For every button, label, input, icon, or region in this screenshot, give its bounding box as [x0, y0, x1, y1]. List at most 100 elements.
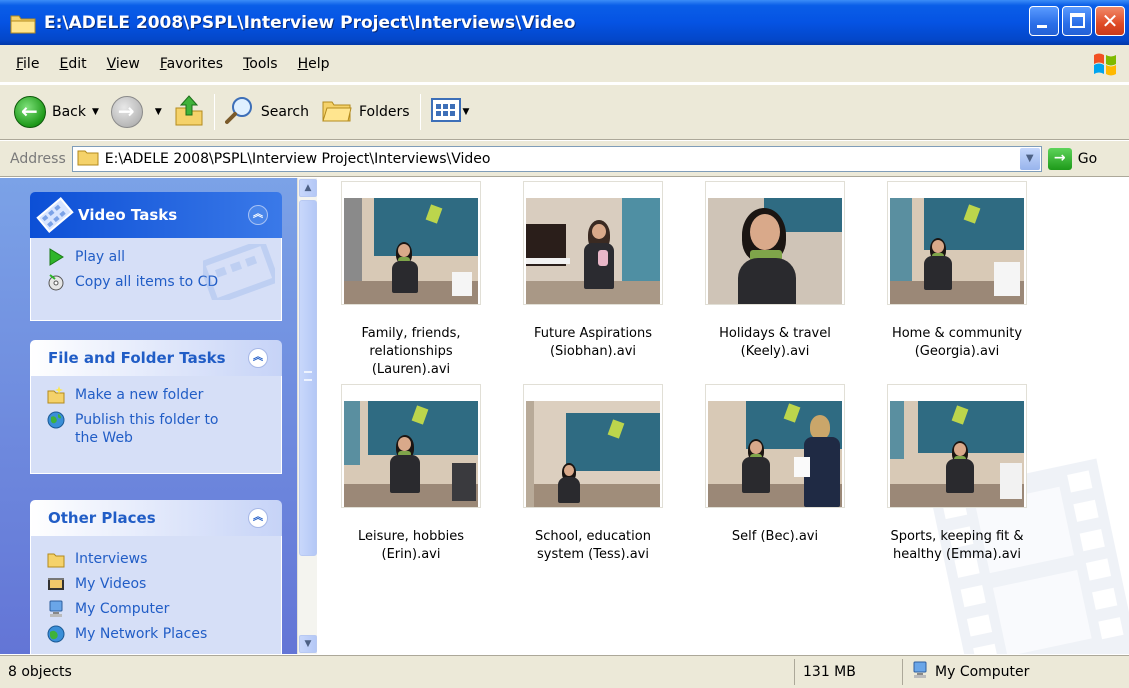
go-button[interactable]: → Go — [1047, 147, 1097, 170]
place-my-videos[interactable]: My Videos — [47, 575, 269, 593]
place-interviews[interactable]: Interviews — [47, 550, 269, 568]
views-dropdown-icon[interactable]: ▼ — [463, 107, 470, 117]
file-folder-tasks-body: Make a new folder Publish this folder to… — [30, 376, 282, 474]
publish-to-web-link[interactable]: Publish this folder to the Web — [47, 411, 269, 447]
video-tasks-header[interactable]: Video Tasks ︽ — [30, 192, 282, 238]
close-button[interactable]: ✕ — [1095, 6, 1125, 36]
search-label: Search — [260, 104, 309, 120]
views-icon — [430, 97, 461, 127]
toolbar: ← Back ▼ → ▼ Search Folders ▼ — [0, 84, 1129, 140]
address-value: E:\ADELE 2008\PSPL\Interview Project\Int… — [104, 150, 491, 167]
file-name: Holidays & travel (Keely).avi — [719, 326, 831, 359]
close-icon: ✕ — [1101, 9, 1119, 33]
menu-help[interactable]: Help — [288, 56, 340, 72]
other-places-title: Other Places — [48, 509, 156, 527]
maximize-icon — [1070, 13, 1085, 28]
status-bar: 8 objects 131 MB My Computer — [0, 655, 1129, 688]
file-name: Leisure, hobbies (Erin).avi — [357, 529, 465, 562]
file-name: Future Aspirations (Siobhan).avi — [533, 326, 653, 359]
file-name: Home & community (Georgia).avi — [891, 326, 1023, 359]
task-pane-scrollbar[interactable]: ▲ ▼ — [297, 178, 317, 654]
toolbar-separator — [213, 94, 215, 130]
file-item[interactable]: Future Aspirations (Siobhan).avi — [508, 181, 678, 361]
toolbar-separator — [419, 94, 421, 130]
up-folder-icon — [174, 94, 204, 130]
file-name: Sports, keeping fit & healthy (Emma).avi — [890, 529, 1024, 562]
video-thumbnail — [523, 384, 663, 508]
up-button[interactable] — [168, 92, 210, 132]
window-title: E:\ADELE 2008\PSPL\Interview Project\Int… — [44, 12, 576, 33]
status-location-label: My Computer — [935, 664, 1030, 680]
minimize-icon — [1037, 25, 1047, 28]
back-button[interactable]: ← Back ▼ — [8, 92, 105, 132]
scroll-down-icon[interactable]: ▼ — [299, 635, 317, 653]
my-videos-icon — [47, 575, 65, 593]
scroll-thumb[interactable] — [299, 200, 317, 556]
windows-logo-icon — [1091, 50, 1119, 78]
address-label: Address — [10, 150, 66, 167]
computer-icon — [47, 600, 65, 618]
folders-label: Folders — [358, 104, 410, 120]
folders-icon — [321, 96, 353, 128]
video-tasks-panel: Video Tasks ︽ Play all Copy all items to… — [30, 192, 282, 321]
collapse-chevron-icon[interactable]: ︽ — [248, 205, 268, 225]
other-places-panel: Other Places ︽ Interviews My Videos My C… — [30, 500, 282, 654]
go-arrow-icon: → — [1047, 147, 1072, 170]
back-dropdown-icon[interactable]: ▼ — [92, 107, 99, 117]
menu-view[interactable]: View — [97, 56, 150, 72]
forward-dropdown-icon[interactable]: ▼ — [155, 107, 162, 117]
status-object-count: 8 objects — [0, 659, 795, 685]
file-item[interactable]: Leisure, hobbies (Erin).avi — [326, 384, 496, 564]
globe-icon — [47, 411, 65, 429]
file-item[interactable]: Home & community (Georgia).avi — [872, 181, 1042, 361]
file-folder-tasks-panel: File and Folder Tasks ︽ Make a new folde… — [30, 340, 282, 474]
views-button[interactable]: ▼ — [425, 92, 476, 132]
file-item[interactable]: Family, friends, relationships (Lauren).… — [326, 181, 496, 379]
folder-icon — [77, 148, 99, 170]
menu-edit[interactable]: Edit — [49, 56, 96, 72]
back-label: Back — [52, 104, 86, 120]
title-bar[interactable]: E:\ADELE 2008\PSPL\Interview Project\Int… — [0, 0, 1129, 45]
forward-arrow-icon: → — [110, 96, 143, 128]
file-item[interactable]: School, education system (Tess).avi — [508, 384, 678, 564]
file-item[interactable]: Self (Bec).avi — [690, 384, 860, 546]
menu-favorites[interactable]: Favorites — [150, 56, 233, 72]
file-folder-tasks-title: File and Folder Tasks — [48, 349, 226, 367]
collapse-chevron-icon[interactable]: ︽ — [248, 508, 268, 528]
file-item[interactable]: Sports, keeping fit & healthy (Emma).avi — [872, 384, 1042, 564]
forward-button[interactable]: → ▼ — [105, 92, 168, 132]
status-location: My Computer — [903, 659, 1103, 685]
file-folder-tasks-header[interactable]: File and Folder Tasks ︽ — [30, 340, 282, 376]
file-name: Self (Bec).avi — [731, 529, 819, 544]
play-icon — [47, 248, 65, 266]
place-my-network-places[interactable]: My Network Places — [47, 625, 269, 643]
video-thumbnail — [705, 384, 845, 508]
address-dropdown-icon[interactable]: ▼ — [1019, 147, 1040, 170]
video-thumbnail — [887, 384, 1027, 508]
file-name: School, education system (Tess).avi — [535, 529, 651, 562]
menu-file[interactable]: File — [6, 56, 49, 72]
minimize-button[interactable] — [1029, 6, 1059, 36]
collapse-chevron-icon[interactable]: ︽ — [248, 348, 268, 368]
maximize-button[interactable] — [1062, 6, 1092, 36]
video-thumbnail — [887, 181, 1027, 305]
folder-icon — [10, 12, 36, 34]
video-tasks-body: Play all Copy all items to CD — [30, 238, 282, 321]
network-places-icon — [47, 625, 65, 643]
address-input[interactable]: E:\ADELE 2008\PSPL\Interview Project\Int… — [71, 145, 1042, 172]
other-places-header[interactable]: Other Places ︽ — [30, 500, 282, 536]
file-item[interactable]: Holidays & travel (Keely).avi — [690, 181, 860, 361]
make-new-folder-link[interactable]: Make a new folder — [47, 386, 269, 404]
video-thumbnail — [341, 384, 481, 508]
folders-button[interactable]: Folders — [315, 92, 416, 132]
task-pane: Video Tasks ︽ Play all Copy all items to… — [0, 178, 297, 654]
video-thumbnail — [523, 181, 663, 305]
status-size: 131 MB — [795, 659, 903, 685]
place-my-computer[interactable]: My Computer — [47, 600, 269, 618]
video-tasks-title: Video Tasks — [78, 206, 178, 224]
search-button[interactable]: Search — [219, 92, 315, 132]
menu-tools[interactable]: Tools — [233, 56, 288, 72]
menu-bar: File Edit View Favorites Tools Help — [0, 45, 1129, 83]
file-name: Family, friends, relationships (Lauren).… — [361, 326, 461, 377]
scroll-up-icon[interactable]: ▲ — [299, 179, 317, 197]
